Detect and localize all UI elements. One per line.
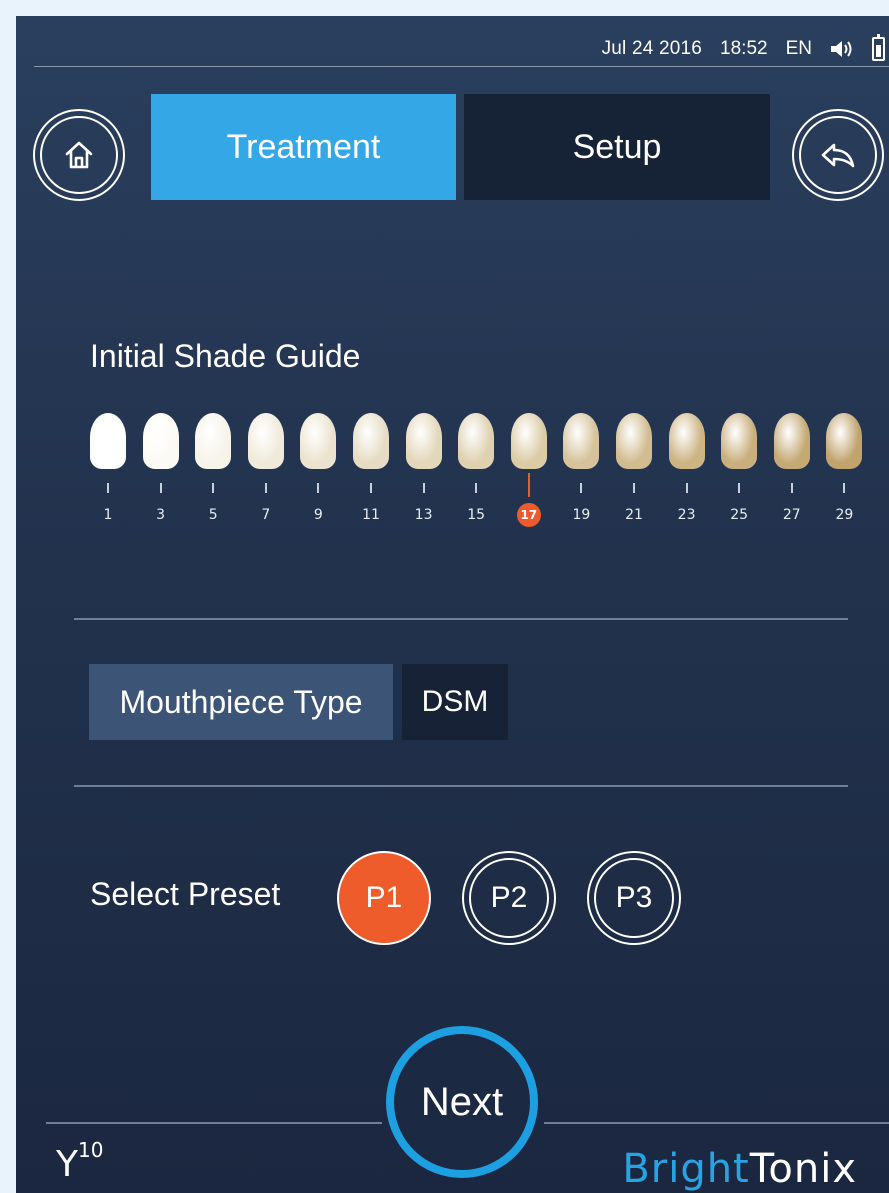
home-icon (65, 141, 93, 169)
shade-tooth[interactable] (405, 413, 442, 469)
brand-part1: Bright (622, 1146, 750, 1192)
shade-tick (633, 483, 635, 493)
back-button[interactable] (792, 109, 884, 201)
shade-number[interactable]: 3 (146, 507, 176, 523)
shade-tooth[interactable] (826, 413, 863, 469)
shade-tick (738, 483, 741, 493)
shade-number[interactable]: 29 (829, 507, 859, 523)
divider (74, 785, 848, 787)
status-date: Jul 24 2016 (601, 38, 703, 59)
shade-tooth[interactable] (721, 413, 758, 469)
shade-number[interactable]: 5 (198, 507, 228, 523)
status-time: 18:52 (720, 38, 768, 59)
status-bar: Jul 24 2016 18:52 EN (602, 34, 885, 64)
shade-number[interactable]: 15 (461, 507, 491, 523)
shade-number[interactable]: 23 (672, 507, 702, 523)
home-button[interactable] (33, 109, 125, 201)
preset-p3-label: P3 (615, 881, 653, 914)
shade-tooth[interactable] (353, 413, 389, 469)
shade-tooth[interactable] (510, 413, 547, 469)
shade-tick (159, 483, 162, 493)
shade-tick (370, 483, 372, 493)
divider (74, 618, 848, 620)
shade-tick (107, 483, 109, 493)
battery-icon (872, 34, 885, 61)
app-screen: Jul 24 2016 18:52 EN Treatment Setup Ini… (16, 16, 889, 1193)
shade-tick (422, 483, 425, 493)
shade-tick (212, 483, 215, 493)
mouthpiece-type-value[interactable]: DSM (402, 664, 508, 740)
shade-guide-title: Initial Shade Guide (90, 338, 361, 374)
shade-tick (475, 483, 478, 493)
preset-p1-button[interactable]: P1 (337, 851, 431, 945)
shade-tooth[interactable] (90, 413, 126, 469)
shade-tick (580, 483, 583, 493)
preset-p2-button[interactable]: P2 (462, 851, 556, 945)
shade-tooth[interactable] (247, 413, 284, 469)
select-preset-label: Select Preset (90, 876, 281, 912)
shade-number[interactable]: 27 (777, 507, 807, 523)
shade-number-selected[interactable]: 17 (516, 503, 541, 527)
tab-setup[interactable]: Setup (464, 94, 770, 200)
shade-tick (685, 483, 688, 493)
shade-tick (317, 483, 320, 493)
shade-tick (790, 483, 793, 493)
shade-tooth[interactable] (616, 413, 652, 469)
logo-base: Y (56, 1144, 78, 1185)
preset-p1-label: P1 (365, 881, 403, 914)
status-divider (34, 66, 889, 67)
next-button[interactable]: Next (386, 1026, 538, 1178)
shade-tooth[interactable] (142, 413, 179, 469)
back-arrow-icon (821, 143, 855, 168)
shade-tooth[interactable] (668, 413, 705, 469)
shade-tick (843, 483, 846, 493)
preset-p3-button[interactable]: P3 (587, 851, 681, 945)
footer-divider-left (46, 1122, 382, 1124)
tab-treatment[interactable]: Treatment (151, 94, 456, 200)
shade-number[interactable]: 11 (356, 507, 386, 523)
mouthpiece-type-label: Mouthpiece Type (89, 664, 393, 740)
logo-sup: 10 (78, 1138, 104, 1162)
shade-tick (527, 473, 530, 497)
status-language[interactable]: EN (786, 38, 812, 60)
shade-tooth[interactable] (195, 413, 232, 469)
shade-number[interactable]: 21 (619, 507, 649, 523)
shade-tooth[interactable] (563, 413, 600, 469)
shade-guide: 1 3 5 7 9 11 13 15 17 19 21 23 25 27 29 (90, 413, 863, 543)
shade-tick (264, 483, 267, 493)
shade-tooth[interactable] (458, 413, 495, 469)
shade-tooth[interactable] (773, 413, 810, 469)
speaker-icon[interactable] (830, 39, 854, 59)
preset-p2-label: P2 (490, 881, 528, 914)
shade-number[interactable]: 13 (409, 507, 439, 523)
brand-part2: Tonix (749, 1146, 857, 1192)
shade-number[interactable]: 9 (303, 507, 333, 523)
brighttonix-logo: BrightTonix (622, 1146, 857, 1192)
shade-number[interactable]: 25 (724, 507, 754, 523)
shade-tooth[interactable] (300, 413, 337, 469)
shade-number[interactable]: 1 (93, 507, 123, 523)
shade-number[interactable]: 7 (251, 507, 281, 523)
y10-logo: Y10 (56, 1138, 103, 1185)
footer-divider-right (544, 1122, 889, 1124)
shade-number[interactable]: 19 (566, 507, 596, 523)
